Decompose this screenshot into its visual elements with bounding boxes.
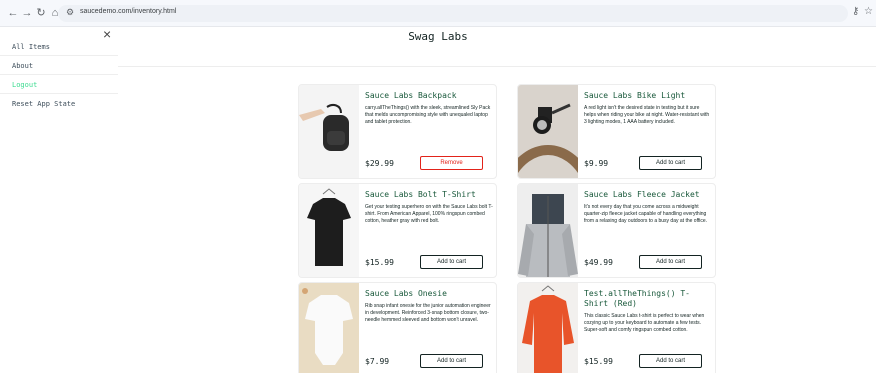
side-menu: × All Items About Logout Reset App State [0,27,118,373]
product-title[interactable]: Sauce Labs Bolt T-Shirt [365,190,493,200]
product-title[interactable]: Sauce Labs Bike Light [584,91,712,101]
product-image-fleece-jacket[interactable] [518,184,578,277]
product-description: carry.allTheThings() with the sleek, str… [365,105,491,125]
product-price: $15.99 [584,357,613,366]
product-image-bike-light[interactable] [518,85,593,178]
product-price: $49.99 [584,258,613,267]
inventory-item: Sauce Labs Fleece Jacket It's not every … [517,183,716,278]
menu-item-logout[interactable]: Logout [12,81,37,89]
header-divider [118,66,876,67]
reload-icon[interactable]: ↻ [34,6,48,20]
add-to-cart-button[interactable]: Add to cart [639,156,702,170]
address-bar[interactable]: ⚙ saucedemo.com/inventory.html [58,5,848,22]
add-to-cart-button[interactable]: Add to cart [420,354,483,368]
product-title[interactable]: Sauce Labs Onesie [365,289,493,299]
star-icon[interactable]: ☆ [864,6,873,17]
product-price: $9.99 [584,159,609,168]
site-info-icon[interactable]: ⚙ [66,7,74,18]
inventory-item: Sauce Labs Backpack carry.allTheThings()… [298,84,497,179]
product-price: $29.99 [365,159,394,168]
arrow-left-icon[interactable]: ← [6,6,20,20]
menu-divider [0,93,118,94]
add-to-cart-button[interactable]: Add to cart [639,255,702,269]
product-description: Get your testing superhero on with the S… [365,204,493,224]
add-to-cart-button[interactable]: Add to cart [420,255,483,269]
product-title[interactable]: Test.allTheThings() T-Shirt (Red) [584,289,712,309]
product-description: Rib snap infant onesie for the junior au… [365,303,491,323]
inventory-item: Sauce Labs Onesie Rib snap infant onesie… [298,282,497,373]
product-image-red-tshirt[interactable] [518,283,578,373]
menu-item-reset-app-state[interactable]: Reset App State [12,100,75,108]
page-title: Swag Labs [408,30,468,43]
menu-divider [0,74,118,75]
arrow-right-icon[interactable]: → [20,6,34,20]
close-icon[interactable]: × [103,27,111,41]
remove-button[interactable]: Remove [420,156,483,170]
product-image-bolt-tshirt[interactable] [299,184,359,277]
product-title[interactable]: Sauce Labs Backpack [365,91,493,101]
product-title[interactable]: Sauce Labs Fleece Jacket [584,190,712,200]
product-description: A red light isn't the desired state in t… [584,105,710,125]
add-to-cart-button[interactable]: Add to cart [639,354,702,368]
key-icon[interactable]: ⚷ [852,6,859,17]
inventory-item: Sauce Labs Bike Light A red light isn't … [517,84,716,179]
menu-item-about[interactable]: About [12,62,33,70]
product-description: It's not every day that you come across … [584,204,708,224]
product-image-backpack[interactable] [299,85,359,178]
browser-toolbar: ← → ↻ ⌂ ⚙ saucedemo.com/inventory.html ⚷… [0,0,876,27]
inventory-item: Test.allTheThings() T-Shirt (Red) This c… [517,282,716,373]
product-price: $15.99 [365,258,394,267]
menu-divider [0,55,118,56]
inventory-item: Sauce Labs Bolt T-Shirt Get your testing… [298,183,497,278]
menu-item-all-items[interactable]: All Items [12,43,50,51]
url-text[interactable]: saucedemo.com/inventory.html [80,8,176,15]
product-description: This classic Sauce Labs t-shirt is perfe… [584,313,705,333]
product-price: $7.99 [365,357,390,366]
product-image-onesie[interactable] [299,283,359,373]
